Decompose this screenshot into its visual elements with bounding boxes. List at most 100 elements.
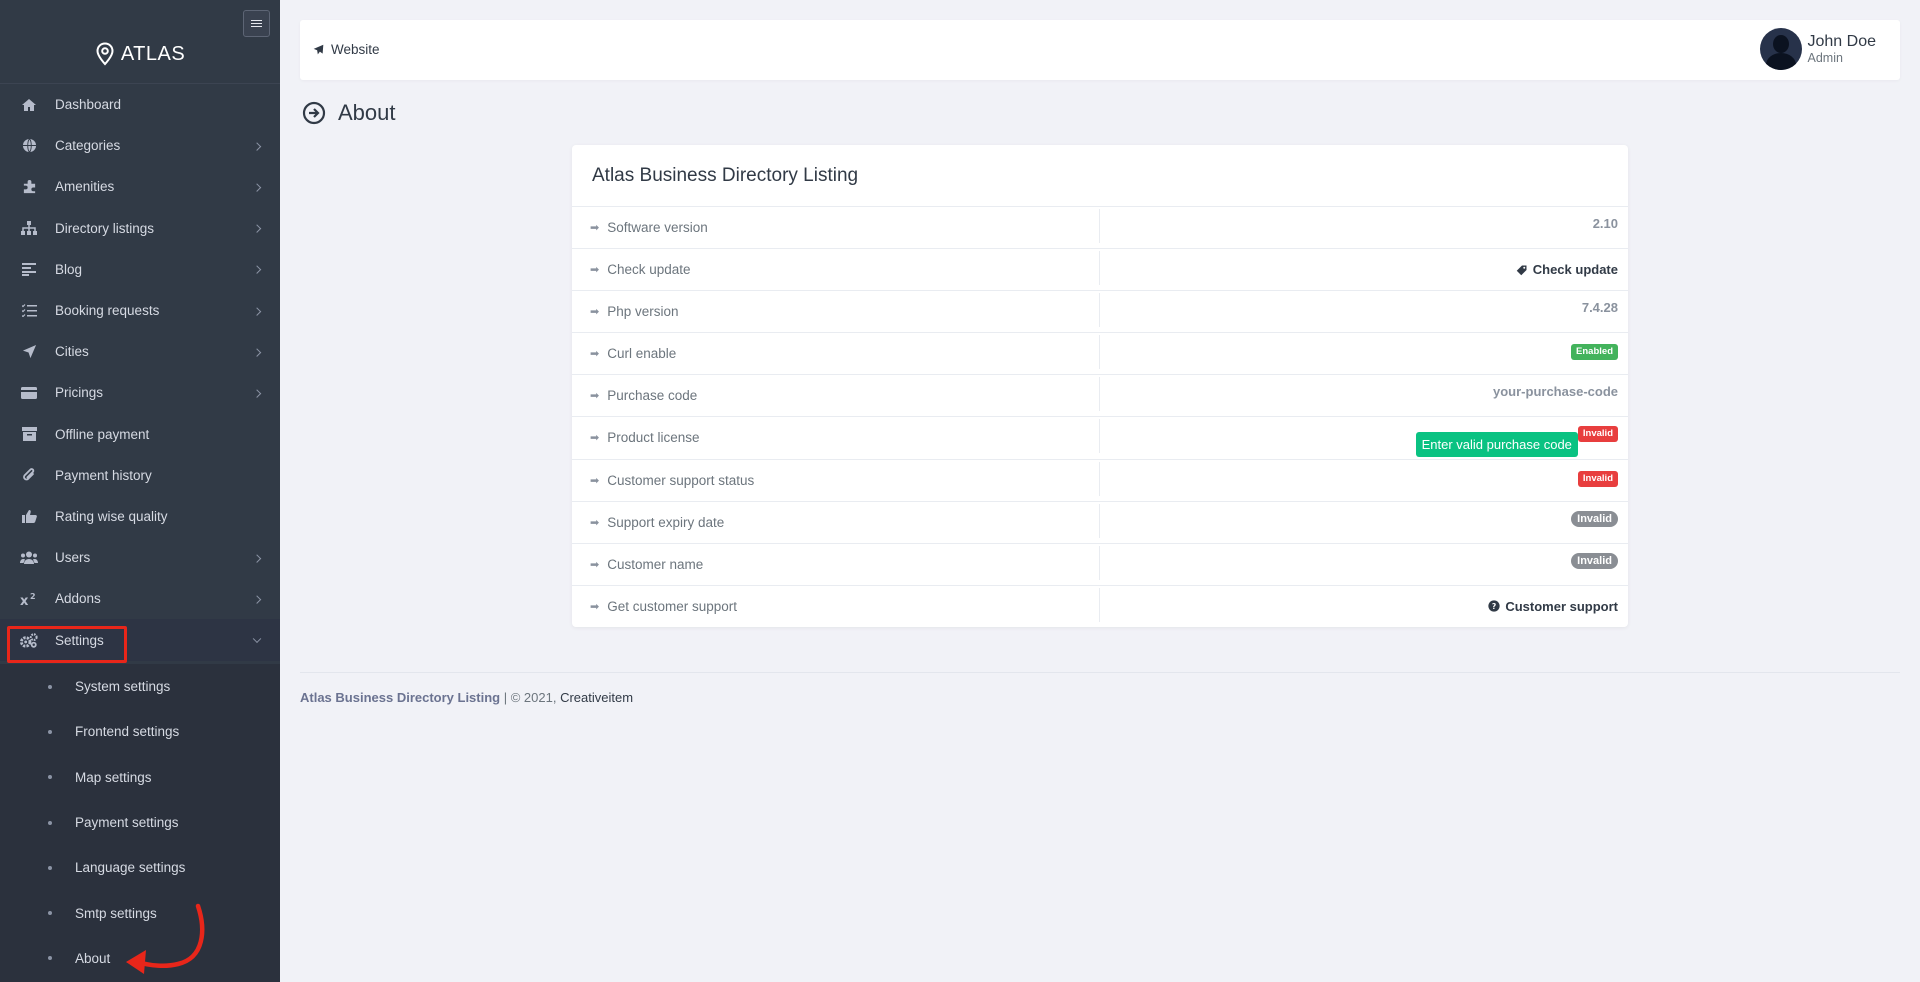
arrow-right-icon: ➡ [590,222,600,234]
sidebar-item-label: Users [55,550,91,566]
sidebar-item-addons[interactable]: x2 Addons [0,578,280,619]
annotation-arrow-icon [126,903,205,974]
arrow-right-icon: ➡ [590,306,600,319]
table-row: ➡ Check update Check update [572,249,1628,292]
location-arrow-icon [20,343,38,361]
table-row: ➡ Curl enable Enabled [572,333,1628,376]
svg-text:?: ? [1492,602,1496,611]
sidebar-item-dashboard[interactable]: Dashboard [0,84,280,125]
table-row: ➡ Support expiry date Invalid [572,502,1628,544]
sidebar-item-label: Directory listings [55,220,155,236]
bullet [48,684,52,689]
customer-support-link[interactable]: ? Customer support [1488,599,1618,614]
sidebar-item-cities[interactable]: Cities [0,331,280,372]
arrow-right-icon: ➡ [590,348,600,361]
footer-copyright: | © 2021, [500,690,561,705]
chevron-right-icon [252,554,262,563]
chevron-down-icon [252,634,262,644]
footer-brand-link[interactable]: Atlas Business Directory Listing [300,690,500,705]
user-role: Admin [1807,51,1843,65]
chevron-right-icon [252,265,262,275]
sidebar-item-label: Cities [55,344,89,360]
sidebar-item-blog[interactable]: Blog [0,249,280,290]
enter-purchase-code-button[interactable]: Enter valid purchase code [1415,432,1578,458]
sidebar-item-payment-history[interactable]: Payment history [0,455,280,496]
check-update-label: Check update [1532,262,1618,278]
submenu-item-map-settings[interactable]: Map settings [0,755,280,800]
website-link[interactable]: Website [313,42,380,57]
status-badge: Invalid [1577,470,1618,487]
page-title: About [302,100,396,126]
website-label: Website [331,42,380,57]
bullet [48,820,52,825]
superscript-icon: x2 [20,590,38,608]
user-menu[interactable]: John Doe Admin [1759,28,1876,70]
page-title-text: About [338,100,396,125]
bullet [48,956,52,961]
row-label: Customer name [607,556,704,572]
table-row: ➡ Customer name Invalid [572,544,1628,586]
sidebar-item-label: Rating wise quality [55,508,168,524]
sidebar-item-amenities[interactable]: Amenities [0,166,280,207]
thumbs-up-icon [20,507,38,525]
submenu-item-payment-settings[interactable]: Payment settings [0,800,280,845]
menu-icon [251,22,262,25]
paper-plane-icon [313,44,324,55]
chevron-right-icon [252,142,262,151]
footer-company-link[interactable]: Creativeitem [560,690,633,705]
submenu-item-label: System settings [75,679,171,695]
annotation-highlight-box [7,626,127,663]
submenu-item-label: Map settings [75,769,152,785]
sidebar-item-label: Amenities [55,179,115,195]
align-left-icon [20,260,38,278]
submenu-item-language-settings[interactable]: Language settings [0,845,280,890]
svg-text:x: x [20,594,29,606]
about-table: ➡ Software version 2.10 ➡ Check update Che… [572,207,1628,628]
bullet [48,865,52,870]
sidebar-item-booking-requests[interactable]: Booking requests [0,290,280,331]
status-badge: Invalid [1571,552,1618,569]
submenu-item-frontend-settings[interactable]: Frontend settings [0,709,280,754]
bullet [48,911,52,916]
sidebar-item-label: Pricings [55,385,104,401]
sidebar-item-users[interactable]: Users [0,537,280,578]
table-row: ➡ Purchase code your-purchase-code [572,375,1628,418]
bullet [48,775,52,780]
check-update-link[interactable]: Check update [1516,262,1618,277]
sidebar-item-offline-payment[interactable]: Offline payment [0,414,280,455]
chevron-right-icon [252,183,262,192]
sidebar-item-label: Categories [55,138,121,154]
sidebar-item-pricings[interactable]: Pricings [0,372,280,413]
chevron-right-icon [252,595,262,604]
sidebar-toggle-button[interactable] [243,10,270,37]
map-pin-icon [96,42,114,66]
php-version-value: 7.4.28 [1581,300,1618,316]
arrow-right-icon: ➡ [590,600,600,613]
purchase-code-value: your-purchase-code [1493,384,1618,400]
credit-card-icon [20,384,38,402]
submenu-item-label: Frontend settings [75,724,180,740]
row-label: Support expiry date [607,514,725,530]
submenu-item-system-settings[interactable]: System settings [0,664,280,709]
logo[interactable]: ATLAS [0,36,280,72]
chevron-right-icon [252,306,262,316]
table-row: ➡ Php version 7.4.28 [572,291,1628,334]
sidebar-item-label: Payment history [55,467,152,483]
users-icon [20,549,38,567]
tasks-icon [20,302,38,320]
arrow-right-icon: ➡ [590,516,600,529]
customer-support-label: Customer support [1505,598,1618,614]
submenu-item-label: About [75,950,111,966]
question-circle-icon: ? [1488,600,1500,612]
sidebar-item-directory-listings[interactable]: Directory listings [0,208,280,249]
row-label: Software version [607,220,708,235]
arrow-right-icon: ➡ [590,474,600,487]
tags-icon [1516,265,1527,275]
globe-icon [20,137,38,155]
sidebar-item-rating-wise-quality[interactable]: Rating wise quality [0,496,280,537]
bullet [48,729,52,734]
row-label: Check update [607,262,691,278]
chevron-right-icon [252,348,262,357]
arrow-right-icon: ➡ [590,390,600,403]
sidebar-item-categories[interactable]: Categories [0,125,280,166]
